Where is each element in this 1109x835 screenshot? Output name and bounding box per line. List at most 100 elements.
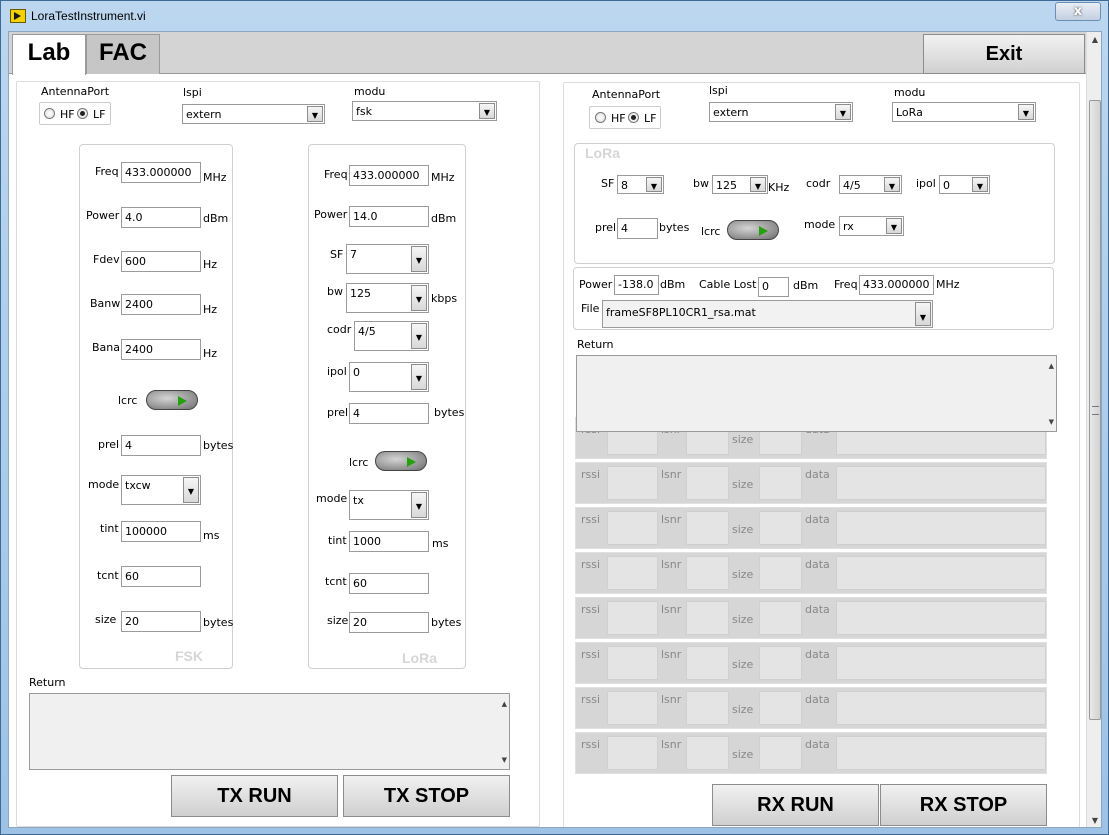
- rx-ipol-select[interactable]: 0 ▼: [939, 175, 990, 194]
- tx-lora-mode-select[interactable]: tx ▼: [349, 490, 429, 520]
- rx-lf-radio[interactable]: [628, 112, 639, 123]
- rx-lcrc-label: lcrc: [701, 225, 721, 238]
- tx-lora-sf-select[interactable]: 7 ▼: [346, 244, 429, 274]
- tx-lora-lcrc-toggle[interactable]: [375, 451, 427, 471]
- rx-freq-input[interactable]: 433.000000: [859, 275, 934, 295]
- tx-lora-freq-label: Freq: [324, 168, 348, 181]
- scroll-down-icon[interactable]: ▼: [1049, 418, 1054, 426]
- chevron-down-icon[interactable]: ▼: [972, 177, 988, 192]
- tx-lf-radio[interactable]: [77, 108, 88, 119]
- tab-lab[interactable]: Lab: [12, 34, 86, 75]
- tx-lora-size-input[interactable]: 20: [349, 612, 429, 633]
- vertical-scrollbar[interactable]: ▲ ▼: [1086, 32, 1101, 827]
- fsk-bana-input[interactable]: 2400: [121, 339, 201, 360]
- rx-hf-radio[interactable]: [595, 112, 606, 123]
- fsk-banw-unit: Hz: [203, 303, 218, 316]
- chevron-down-icon[interactable]: ▼: [886, 218, 902, 234]
- fsk-tcnt-input[interactable]: 60: [121, 566, 201, 587]
- tx-hf-radio[interactable]: [44, 108, 55, 119]
- rx-codr-label: codr: [806, 177, 831, 190]
- rx-data-label: data: [805, 513, 830, 526]
- rx-bw-select[interactable]: 125 ▼: [712, 175, 768, 194]
- rx-lspi-select[interactable]: extern ▼: [709, 102, 853, 122]
- fsk-watermark: FSK: [175, 648, 203, 664]
- rx-lf-label: LF: [644, 112, 657, 125]
- scroll-up-icon[interactable]: ▲: [1049, 362, 1054, 370]
- scroll-down-icon[interactable]: ▼: [502, 756, 507, 764]
- chevron-down-icon[interactable]: ▼: [750, 177, 766, 192]
- tx-run-button[interactable]: TX RUN: [171, 775, 338, 817]
- rx-mode-select[interactable]: rx ▼: [839, 216, 904, 236]
- rx-lcrc-toggle[interactable]: [727, 220, 779, 240]
- rx-sf-value: 8: [621, 179, 628, 192]
- close-button[interactable]: x: [1055, 2, 1101, 21]
- chevron-down-icon[interactable]: ▼: [835, 104, 851, 120]
- chevron-down-icon[interactable]: ▼: [884, 177, 900, 192]
- exit-button[interactable]: Exit: [923, 34, 1085, 74]
- fsk-fdev-input[interactable]: 600: [121, 251, 201, 272]
- rx-ipol-value: 0: [943, 179, 950, 192]
- chevron-down-icon[interactable]: ▼: [411, 492, 427, 518]
- fsk-freq-input[interactable]: 433.000000: [121, 162, 201, 183]
- tx-lora-ipol-select[interactable]: 0 ▼: [349, 362, 429, 392]
- chevron-down-icon[interactable]: ▼: [411, 364, 427, 390]
- rx-sf-select[interactable]: 8 ▼: [617, 175, 664, 194]
- rx-data-label: data: [805, 468, 830, 481]
- chevron-down-icon[interactable]: ▼: [307, 106, 323, 122]
- fsk-size-input[interactable]: 20: [121, 611, 201, 632]
- rx-result-row: rssi lsnr size data: [575, 552, 1047, 594]
- tx-lora-prel-input[interactable]: 4: [349, 403, 429, 424]
- chevron-down-icon[interactable]: ▼: [411, 323, 427, 349]
- rx-cable-lost-input[interactable]: 0: [758, 277, 789, 297]
- fsk-fdev-label: Fdev: [93, 253, 120, 266]
- fsk-lcrc-toggle[interactable]: [146, 390, 198, 410]
- chevron-down-icon[interactable]: ▼: [183, 477, 199, 503]
- fsk-power-input[interactable]: 4.0: [121, 207, 201, 228]
- chevron-down-icon[interactable]: ▼: [1018, 104, 1034, 120]
- rx-run-button[interactable]: RX RUN: [712, 784, 879, 826]
- scroll-up-icon[interactable]: ▲: [502, 700, 507, 708]
- tx-lora-codr-value: 4/5: [358, 325, 376, 338]
- fsk-tint-input[interactable]: 100000: [121, 521, 201, 542]
- rx-codr-value: 4/5: [843, 179, 861, 192]
- rx-rssi-value: [607, 556, 658, 590]
- rx-lsnr-label: lsnr: [661, 603, 682, 616]
- tx-lora-power-input[interactable]: 14.0: [349, 206, 429, 227]
- scrollbar-thumb[interactable]: [1089, 100, 1101, 720]
- fsk-bana-unit: Hz: [203, 347, 218, 360]
- chevron-down-icon[interactable]: ▼: [915, 302, 931, 326]
- rx-power-input[interactable]: -138.0: [614, 275, 659, 295]
- fsk-mode-select[interactable]: txcw ▼: [121, 475, 201, 505]
- scroll-up-icon[interactable]: ▲: [1087, 32, 1101, 48]
- chevron-down-icon[interactable]: ▼: [646, 177, 662, 192]
- rx-rssi-value: [607, 691, 658, 725]
- rx-modu-select[interactable]: LoRa ▼: [892, 102, 1036, 122]
- tx-lora-bw-select[interactable]: 125 ▼: [346, 283, 429, 313]
- tx-lora-mode-label: mode: [316, 492, 348, 505]
- tx-stop-button[interactable]: TX STOP: [343, 775, 510, 817]
- tx-lora-tcnt-input[interactable]: 60: [349, 573, 429, 594]
- tab-fac[interactable]: FAC: [86, 34, 160, 74]
- fsk-banw-input[interactable]: 2400: [121, 294, 201, 315]
- rx-bw-unit: KHz: [768, 181, 790, 194]
- rx-prel-input[interactable]: 4: [617, 218, 658, 239]
- rx-stop-button[interactable]: RX STOP: [880, 784, 1047, 826]
- rx-file-select[interactable]: frameSF8PL10CR1_rsa.mat ▼: [602, 300, 933, 328]
- tx-modu-select[interactable]: fsk ▼: [352, 101, 497, 121]
- fsk-prel-input[interactable]: 4: [121, 435, 201, 456]
- tx-lora-tint-input[interactable]: 1000: [349, 531, 429, 552]
- tx-lspi-select[interactable]: extern ▼: [182, 104, 325, 124]
- tx-lora-codr-select[interactable]: 4/5 ▼: [354, 321, 429, 351]
- fsk-tcnt-label: tcnt: [97, 569, 119, 582]
- title-bar: LoraTestInstrument.vi x: [1, 1, 1109, 31]
- tx-lora-freq-input[interactable]: 433.000000: [349, 165, 429, 186]
- rx-size-label: size: [732, 568, 754, 581]
- tx-lora-prel-label: prel: [327, 406, 349, 419]
- rx-codr-select[interactable]: 4/5 ▼: [839, 175, 902, 194]
- tx-lora-freq-unit: MHz: [431, 171, 455, 184]
- chevron-down-icon[interactable]: ▼: [479, 103, 495, 119]
- rx-lsnr-label: lsnr: [661, 693, 682, 706]
- chevron-down-icon[interactable]: ▼: [411, 246, 427, 272]
- chevron-down-icon[interactable]: ▼: [411, 285, 427, 311]
- scroll-down-icon[interactable]: ▼: [1087, 813, 1101, 827]
